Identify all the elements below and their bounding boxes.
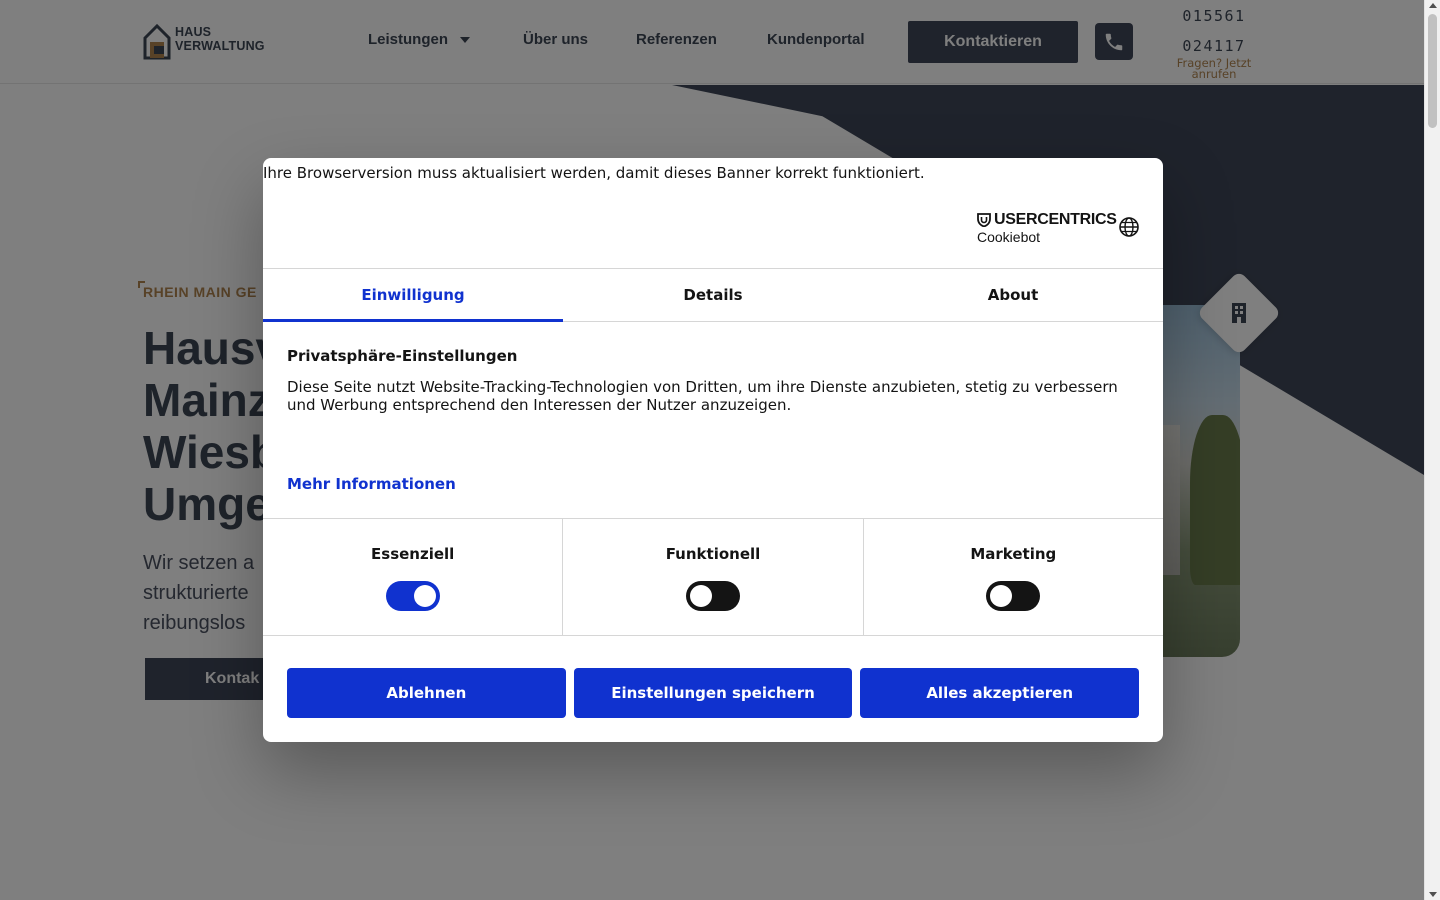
category-funktionell: Funktionell [563,519,864,635]
category-label: Essenziell [371,545,455,563]
brand-product: Cookiebot [977,229,1041,245]
consent-category-toggles: Essenziell Funktionell Marketing [263,518,1163,636]
browser-update-notice: Ihre Browserversion muss aktualisiert we… [263,164,925,182]
tab-einwilligung[interactable]: Einwilligung [263,269,563,322]
page-scrollbar[interactable] [1424,0,1440,900]
consent-actions: Ablehnen Einstellungen speichern Alles a… [287,668,1140,718]
scroll-up-arrow-icon[interactable] [1429,3,1437,8]
save-settings-button[interactable]: Einstellungen speichern [573,668,853,718]
category-essenziell: Essenziell [263,519,564,635]
tab-details[interactable]: Details [563,269,863,321]
more-information-link[interactable]: Mehr Informationen [287,475,456,493]
shield-icon [977,213,991,227]
tab-about[interactable]: About [863,269,1163,321]
privacy-settings-description: Diese Seite nutzt Website-Tracking-Techn… [287,378,1118,414]
accept-all-button[interactable]: Alles akzeptieren [860,668,1140,718]
cookiebot-brand-logo[interactable]: USERCENTRICS Cookiebot [977,210,1117,246]
globe-language-icon[interactable] [1118,216,1140,238]
scrollbar-thumb[interactable] [1428,14,1437,128]
brand-name: USERCENTRICS [994,211,1117,228]
cookie-consent-dialog: Ihre Browserversion muss aktualisiert we… [263,158,1163,742]
category-label: Funktionell [665,545,761,563]
scroll-down-arrow-icon[interactable] [1429,892,1437,897]
category-marketing: Marketing [864,519,1163,635]
consent-tabs: Einwilligung Details About [263,268,1163,322]
marketing-toggle[interactable] [986,581,1041,611]
funktionell-toggle[interactable] [685,581,740,611]
decline-button[interactable]: Ablehnen [287,668,566,718]
privacy-settings-title: Privatsphäre-Einstellungen [287,347,518,365]
essenziell-toggle[interactable] [385,581,440,611]
category-label: Marketing [970,545,1057,563]
